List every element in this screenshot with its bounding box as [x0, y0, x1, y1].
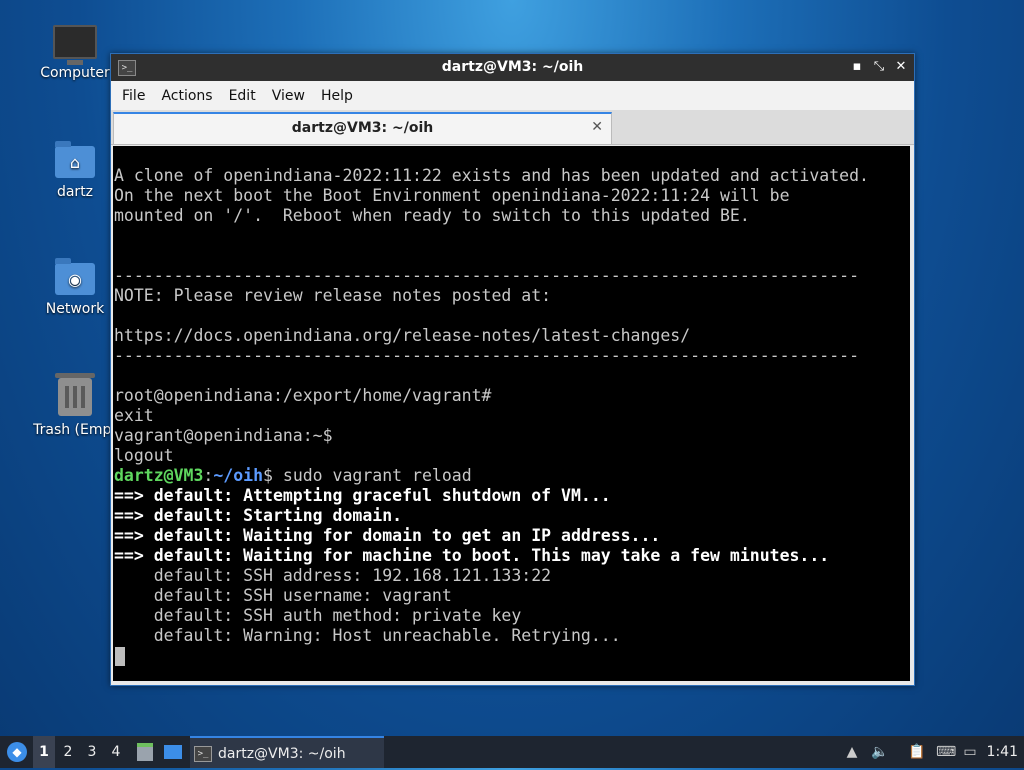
- tab-bar: dartz@VM3: ~/oih ✕: [111, 110, 914, 145]
- desktop-icon-label: Network: [45, 301, 105, 317]
- close-button[interactable]: ✕: [894, 58, 908, 76]
- taskbar-window-label: dartz@VM3: ~/oih: [218, 746, 346, 762]
- network-status-icon[interactable]: ▭: [962, 744, 978, 760]
- menu-actions[interactable]: Actions: [153, 88, 220, 104]
- keyboard-icon[interactable]: ⌨: [936, 744, 956, 760]
- prompt-path: ~/oih: [213, 466, 264, 485]
- tab-terminal[interactable]: dartz@VM3: ~/oih ✕: [113, 112, 612, 144]
- desktop-icon-computer[interactable]: Computer: [27, 25, 123, 81]
- menu-file[interactable]: File: [114, 88, 153, 104]
- prompt-command: $ sudo vagrant reload: [263, 466, 472, 485]
- network-folder-icon: ◉: [55, 258, 95, 295]
- menu-view[interactable]: View: [264, 88, 313, 104]
- taskbar: ◆ 1 2 3 4 >_ dartz@VM3: ~/oih ▲ 🔈 📋 ⌨ ▭ 1…: [0, 736, 1024, 768]
- home-folder-icon: ⌂: [55, 141, 95, 178]
- terminal-line: On the next boot the Boot Environment op…: [114, 186, 790, 205]
- menu-help[interactable]: Help: [313, 88, 361, 104]
- taskbar-window-terminal[interactable]: >_ dartz@VM3: ~/oih: [190, 736, 384, 768]
- terminal-line-bold: ==> default: Starting domain.: [114, 506, 403, 525]
- start-menu-icon: ◆: [7, 742, 27, 762]
- terminal-line-bold: ==> default: Waiting for machine to boot…: [114, 546, 830, 565]
- desktop-icon-network[interactable]: ◉ Network: [27, 258, 123, 317]
- terminal-line: mounted on '/'. Reboot when ready to swi…: [114, 206, 750, 225]
- menu-edit[interactable]: Edit: [221, 88, 264, 104]
- terminal-cursor: [115, 647, 125, 666]
- terminal-prompt-line: dartz@VM3:~/oih$ sudo vagrant reload: [114, 466, 472, 486]
- terminal-output[interactable]: A clone of openindiana-2022:11:22 exists…: [113, 146, 910, 681]
- terminal-icon: >_: [194, 746, 212, 762]
- computer-icon: [53, 25, 97, 65]
- desktop-icon-home[interactable]: ⌂ dartz: [27, 141, 123, 200]
- terminal-line: default: SSH username: vagrant: [114, 586, 452, 605]
- file-manager-launcher-icon[interactable]: [134, 736, 156, 768]
- terminal-line-bold: ==> default: Attempting graceful shutdow…: [114, 486, 611, 505]
- workspace-4[interactable]: 4: [105, 736, 127, 768]
- terminal-line: default: SSH address: 192.168.121.133:22: [114, 566, 552, 585]
- tab-label: dartz@VM3: ~/oih: [291, 120, 434, 136]
- terminal-line: ----------------------------------------…: [114, 266, 860, 285]
- window-title: dartz@VM3: ~/oih: [441, 59, 584, 75]
- terminal-line: vagrant@openindiana:~$: [114, 426, 333, 445]
- desktop-icon-label: Computer: [40, 65, 110, 81]
- minimize-button[interactable]: ▪: [850, 58, 864, 76]
- terminal-line: logout: [114, 446, 174, 465]
- terminal-line: ----------------------------------------…: [114, 346, 860, 365]
- clipboard-icon[interactable]: 📋: [908, 744, 925, 760]
- terminal-line: A clone of openindiana-2022:11:22 exists…: [114, 166, 869, 185]
- workspace-1[interactable]: 1: [33, 736, 55, 768]
- desktop-icon-trash[interactable]: Trash (Empt: [27, 373, 123, 438]
- terminal-line: exit: [114, 406, 154, 425]
- window-titlebar[interactable]: >_ dartz@VM3: ~/oih ▪ ⤡ ✕: [111, 54, 914, 81]
- workspace-2[interactable]: 2: [57, 736, 79, 768]
- prompt-user-host: dartz@VM3: [114, 466, 204, 485]
- prompt-sep: :: [203, 466, 214, 485]
- workspace-3[interactable]: 3: [81, 736, 103, 768]
- volume-icon[interactable]: 🔈: [871, 744, 888, 760]
- desktop-icon-label: Trash (Empt: [33, 422, 117, 438]
- clock[interactable]: 1:41: [987, 736, 1018, 768]
- maximize-button[interactable]: ⤡: [872, 58, 886, 76]
- terminal-line: default: Warning: Host unreachable. Retr…: [114, 626, 621, 645]
- show-desktop-icon[interactable]: [162, 736, 184, 768]
- desktop-icon-label: dartz: [56, 184, 94, 200]
- terminal-line: default: SSH auth method: private key: [114, 606, 522, 625]
- tab-close-icon[interactable]: ✕: [591, 119, 603, 135]
- terminal-line: NOTE: Please review release notes posted…: [114, 286, 552, 305]
- terminal-line: root@openindiana:/export/home/vagrant#: [114, 386, 492, 405]
- terminal-line-bold: ==> default: Waiting for domain to get a…: [114, 526, 661, 545]
- arrow-up-icon[interactable]: ▲: [844, 744, 860, 760]
- menubar: File Actions Edit View Help: [111, 81, 914, 110]
- trash-icon: [55, 373, 95, 416]
- start-menu-button[interactable]: ◆: [4, 736, 30, 768]
- terminal-window: >_ dartz@VM3: ~/oih ▪ ⤡ ✕ File Actions E…: [110, 53, 915, 686]
- terminal-line: https://docs.openindiana.org/release-not…: [114, 326, 691, 345]
